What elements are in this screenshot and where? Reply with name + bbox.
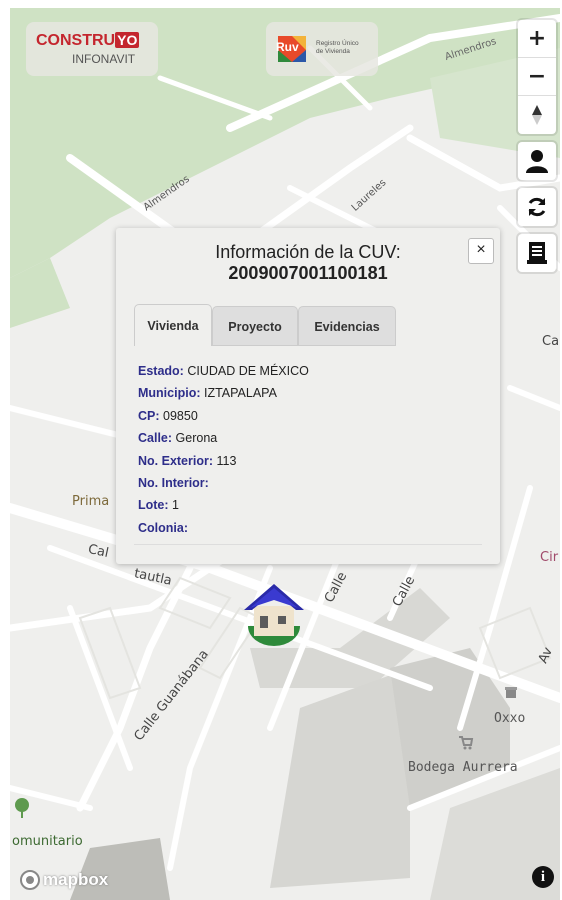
refresh-button[interactable] xyxy=(518,188,556,226)
mapbox-logo-icon xyxy=(20,870,40,890)
map-app: Almendros Almendros Laureles Ca Prima Ci… xyxy=(10,8,560,900)
cuv-info-popup: Información de la CUV: 2009007001100181 … xyxy=(116,228,500,564)
zoom-out-button[interactable]: − xyxy=(518,58,556,96)
tree-icon xyxy=(14,798,30,818)
tab-underline xyxy=(212,345,396,346)
field-municipio: Municipio: IZTAPALAPA xyxy=(138,386,277,401)
street-label-ca: Ca xyxy=(542,334,560,349)
popup-title-line2: 2009007001100181 xyxy=(228,263,388,283)
zoom-in-button[interactable]: + xyxy=(518,20,556,58)
info-icon[interactable]: i xyxy=(532,866,554,888)
place-label-oxxo: Oxxo xyxy=(494,711,526,726)
tab-vivienda[interactable]: Vivienda xyxy=(134,304,212,346)
field-cp: CP: 09850 xyxy=(138,408,198,423)
place-label-bodega-aurrera: Bodega Aurrera xyxy=(408,760,518,775)
place-label-cir: Cir xyxy=(540,550,559,565)
ruv-logo: Ruv Registro Único de Vivienda xyxy=(266,22,378,76)
field-calle: Calle: Gerona xyxy=(138,431,218,446)
close-button[interactable]: × xyxy=(468,238,494,264)
mapbox-attribution[interactable]: mapbox xyxy=(20,870,108,890)
field-no-exterior: No. Exterior: 113 xyxy=(138,453,237,468)
field-colonia: Colonia: xyxy=(138,520,188,535)
compass-icon xyxy=(532,105,542,125)
vivienda-fields: Estado: CIUDAD DE MÉXICO Municipio: IZTA… xyxy=(138,360,309,539)
tab-evidencias[interactable]: Evidencias xyxy=(298,306,396,346)
popup-title-line1: Información de la CUV: xyxy=(215,242,401,262)
field-lote: Lote: 1 xyxy=(138,498,179,513)
zoom-control: + − xyxy=(518,20,556,134)
popup-divider xyxy=(134,544,482,545)
user-icon xyxy=(526,150,548,173)
cart-icon xyxy=(458,734,474,750)
tab-proyecto[interactable]: Proyecto xyxy=(212,306,298,346)
document-button[interactable] xyxy=(518,234,556,272)
store-icon xyxy=(504,684,518,698)
compass-button[interactable] xyxy=(518,96,556,134)
popup-title: Información de la CUV: 2009007001100181 xyxy=(116,242,500,284)
field-no-interior: No. Interior: xyxy=(138,475,209,490)
house-marker-icon[interactable] xyxy=(240,578,308,648)
place-label-comunitario: omunitario xyxy=(12,834,83,849)
profile-button[interactable] xyxy=(518,142,556,180)
place-label-prima: Prima xyxy=(72,494,110,509)
field-estado: Estado: CIUDAD DE MÉXICO xyxy=(138,364,309,378)
refresh-icon xyxy=(528,197,546,217)
construyo-logo: CONSTRU YO INFONAVIT xyxy=(26,22,158,76)
document-icon xyxy=(527,242,547,264)
